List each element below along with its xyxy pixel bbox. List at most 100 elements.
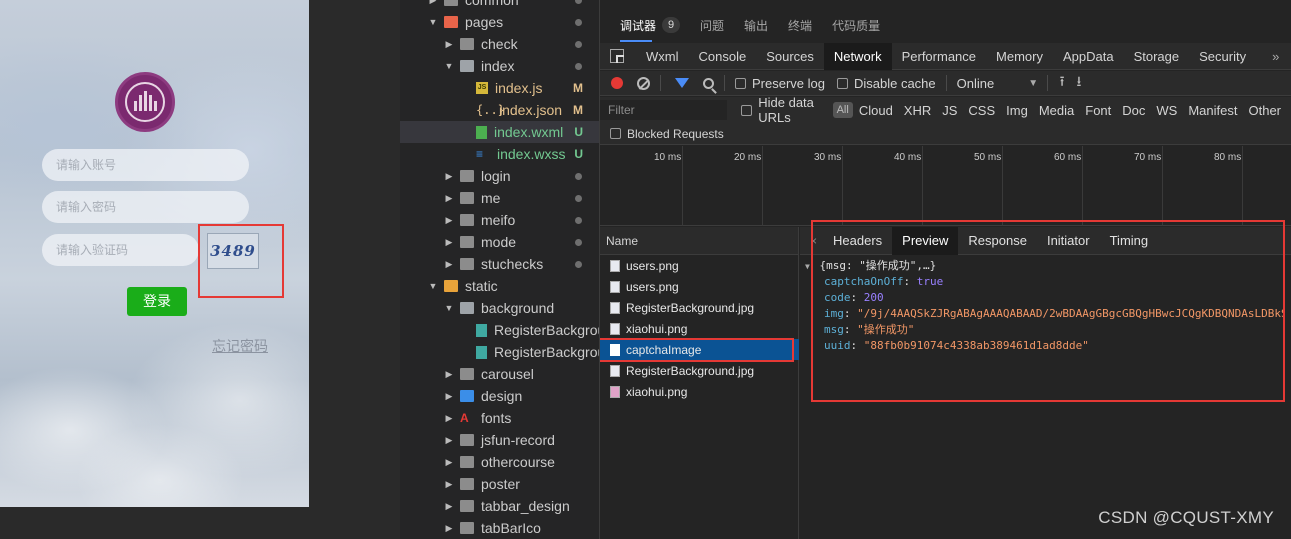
tree-item-mode[interactable]: ▶ mode [400, 231, 599, 253]
import-har-icon[interactable]: ⭱ [1060, 71, 1065, 95]
json-file-icon: {..} [476, 103, 505, 117]
filter-cloud[interactable]: Cloud [859, 103, 893, 118]
account-input[interactable]: 请输入账号 [42, 149, 249, 181]
tree-item-index-js[interactable]: JS index.js M [400, 77, 599, 99]
filter-js[interactable]: JS [942, 103, 957, 118]
filter-media[interactable]: Media [1039, 103, 1074, 118]
blocked-requests-checkbox[interactable]: Blocked Requests [600, 123, 1291, 145]
hide-data-urls-checkbox[interactable]: Hide data URLs [741, 95, 826, 125]
request-row[interactable]: captchaImage [600, 339, 799, 360]
filter-img[interactable]: Img [1006, 103, 1028, 118]
network-timeline-overview[interactable]: 10 ms 20 ms 30 ms 40 ms 50 ms 60 ms 70 ms 80 ms [600, 146, 1291, 226]
request-row[interactable]: RegisterBackground.jpg [600, 297, 799, 318]
tab-code-quality[interactable]: 代码质量 [832, 17, 880, 34]
tab-response[interactable]: Response [958, 227, 1037, 255]
tree-item-tabbar-design[interactable]: ▶ tabbar_design [400, 495, 599, 517]
request-row[interactable]: users.png [600, 276, 799, 297]
tab-terminal[interactable]: 终端 [788, 17, 812, 34]
forgot-password-link[interactable]: 忘记密码 [212, 336, 268, 356]
tree-item-registerbackground[interactable]: RegisterBackground.... [400, 319, 599, 341]
throttling-select[interactable]: Online ▼ [957, 76, 1038, 91]
filter-font[interactable]: Font [1085, 103, 1111, 118]
tab-timing[interactable]: Timing [1100, 227, 1159, 255]
preserve-log-checkbox[interactable]: Preserve log [735, 76, 825, 91]
preview-field-img[interactable]: img: "/9j/4AAQSkZJRgABAgAAAQABAAD/2wBDAA… [805, 306, 1285, 322]
filter-css[interactable]: CSS [968, 103, 995, 118]
json-key: img [824, 307, 844, 320]
tree-item-check[interactable]: ▶ check [400, 33, 599, 55]
request-row[interactable]: xiaohui.png [600, 381, 799, 402]
record-icon[interactable] [611, 77, 623, 89]
name-column-header[interactable]: Name [600, 227, 799, 255]
tree-item-fonts[interactable]: ▶ Afonts [400, 407, 599, 429]
filter-all-button[interactable]: All [832, 102, 853, 118]
search-icon[interactable] [703, 77, 714, 89]
preview-summary-row[interactable]: ▼ {msg: "操作成功",…} [805, 258, 1285, 274]
tree-item-login[interactable]: ▶ login [400, 165, 599, 187]
tab-network[interactable]: Network [823, 42, 892, 70]
captcha-input[interactable]: 请输入验证码 [42, 234, 199, 266]
filter-xhr[interactable]: XHR [904, 103, 931, 118]
tab-appdata[interactable]: AppData [1053, 43, 1124, 70]
tab-security[interactable]: Security [1189, 43, 1256, 70]
tree-item-meifo[interactable]: ▶ meifo [400, 209, 599, 231]
tree-item-jsfun-record[interactable]: ▶ jsfun-record [400, 429, 599, 451]
inspect-element-icon[interactable] [610, 49, 624, 63]
chevron-right-icon: ▶ [445, 236, 453, 247]
preview-field-msg[interactable]: msg: "操作成功" [805, 322, 1285, 338]
password-input[interactable]: 请输入密码 [42, 191, 249, 223]
more-tabs-icon[interactable]: » [1262, 43, 1289, 70]
request-row[interactable]: users.png [600, 255, 799, 276]
university-logo [115, 72, 175, 132]
captcha-image[interactable]: 3489 [207, 233, 259, 269]
tab-initiator[interactable]: Initiator [1037, 227, 1100, 255]
filter-input[interactable]: Filter [600, 100, 728, 120]
preview-field-captchaonoff[interactable]: captchaOnOff: true [805, 274, 1285, 290]
tab-performance[interactable]: Performance [892, 43, 986, 70]
git-status-badge: U [574, 125, 583, 139]
disable-cache-checkbox[interactable]: Disable cache [836, 76, 936, 91]
tab-wxml[interactable]: Wxml [636, 43, 689, 70]
tab-console[interactable]: Console [689, 43, 757, 70]
login-button[interactable]: 登录 [127, 287, 187, 316]
tab-problems[interactable]: 问题 [700, 17, 724, 34]
tree-item-othercourse[interactable]: ▶ othercourse [400, 451, 599, 473]
tree-item-carousel[interactable]: ▶ carousel [400, 363, 599, 385]
filter-icon[interactable] [675, 78, 689, 88]
close-icon[interactable]: × [810, 234, 817, 248]
tree-item-common[interactable]: ▶ common [400, 0, 599, 11]
chevron-down-icon: ▼ [444, 303, 454, 313]
tab-storage[interactable]: Storage [1124, 43, 1190, 70]
tree-item-pages[interactable]: ▼ pages [400, 11, 599, 33]
preview-field-uuid[interactable]: uuid: "88fb0b91074c4338ab389461d1ad8dde" [805, 338, 1285, 354]
tree-item-registerbackground[interactable]: RegisterBackground.... [400, 341, 599, 363]
filter-ws[interactable]: WS [1156, 103, 1177, 118]
preview-field-code[interactable]: code: 200 [805, 290, 1285, 306]
filter-doc[interactable]: Doc [1122, 103, 1145, 118]
tree-item-design[interactable]: ▶ design [400, 385, 599, 407]
export-har-icon[interactable]: ⭳ [1077, 71, 1082, 95]
tab-headers[interactable]: Headers [823, 227, 892, 255]
tab-preview[interactable]: Preview [892, 227, 959, 255]
filter-manifest[interactable]: Manifest [1188, 103, 1237, 118]
tree-item-index-json[interactable]: {..} index.json M [400, 99, 599, 121]
tree-item-label: tabbar_design [481, 498, 570, 514]
filter-other[interactable]: Other [1248, 103, 1281, 118]
tree-item-index-wxss[interactable]: ≡ index.wxss U [400, 143, 599, 165]
tab-code-quality-label: 代码质量 [832, 18, 881, 33]
tree-item-index-wxml[interactable]: index.wxml U [400, 121, 599, 143]
tree-item-background[interactable]: ▼ background [400, 297, 599, 319]
tab-output[interactable]: 输出 [744, 17, 768, 34]
tab-sources[interactable]: Sources [756, 43, 824, 70]
tree-item-index[interactable]: ▼ index [400, 55, 599, 77]
tab-memory[interactable]: Memory [986, 43, 1053, 70]
tab-debugger[interactable]: 调试器 9 [620, 17, 681, 42]
tree-item-poster[interactable]: ▶ poster [400, 473, 599, 495]
tree-item-tabbarico[interactable]: ▶ tabBarIco [400, 517, 599, 539]
tree-item-me[interactable]: ▶ me [400, 187, 599, 209]
request-row[interactable]: RegisterBackground.jpg [600, 360, 799, 381]
tree-item-static[interactable]: ▼ static [400, 275, 599, 297]
tree-item-stuchecks[interactable]: ▶ stuchecks [400, 253, 599, 275]
request-row[interactable]: xiaohui.png [600, 318, 799, 339]
clear-icon[interactable] [637, 76, 650, 90]
